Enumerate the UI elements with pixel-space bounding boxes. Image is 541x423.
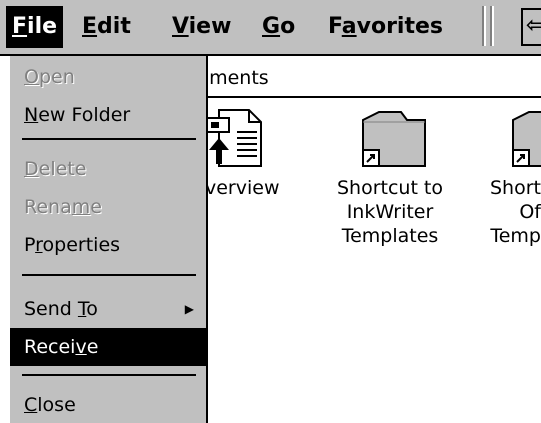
file-menu-dropdown: Open New Folder Delete Rename Properties… xyxy=(8,56,208,423)
menu-item-send-to[interactable]: Send To ▶ xyxy=(10,290,206,328)
toolbar-grip xyxy=(490,6,494,46)
presentation-document-icon xyxy=(206,109,262,167)
menu-separator xyxy=(22,138,196,140)
file-item[interactable]: verview xyxy=(205,98,315,278)
submenu-arrow-icon: ▶ xyxy=(184,302,194,316)
toolbar-grip xyxy=(482,6,486,46)
back-arrow-icon: ⇦ xyxy=(526,13,541,38)
file-label: Short Of Temp xyxy=(490,177,541,247)
file-item[interactable]: Shortcut to InkWriter Templates xyxy=(317,98,463,278)
menu-bar: File Edit View Go Favorites ⇦ xyxy=(0,0,541,56)
menu-item-properties[interactable]: Properties xyxy=(10,226,206,264)
shortcut-folder-icon xyxy=(512,111,541,167)
file-item[interactable]: Short Of Temp xyxy=(475,98,541,278)
file-list: verview Shortcut to InkWriter Templates … xyxy=(205,98,541,423)
menu-item-new-folder[interactable]: New Folder xyxy=(10,96,206,134)
menu-view[interactable]: View xyxy=(166,6,237,48)
file-label: verview xyxy=(205,177,280,199)
menu-separator xyxy=(22,274,196,276)
menu-go[interactable]: Go xyxy=(256,6,301,48)
menu-item-delete[interactable]: Delete xyxy=(10,150,206,188)
shortcut-folder-icon xyxy=(362,111,426,167)
menu-item-receive[interactable]: Receive xyxy=(10,328,206,366)
menu-separator xyxy=(22,374,196,376)
file-label: Shortcut to InkWriter Templates xyxy=(336,177,444,247)
menu-edit[interactable]: Edit xyxy=(76,6,137,48)
menu-item-rename[interactable]: Rename xyxy=(10,188,206,226)
back-button[interactable]: ⇦ xyxy=(521,8,541,46)
menu-item-open[interactable]: Open xyxy=(10,58,206,96)
menu-item-close[interactable]: Close xyxy=(10,386,206,423)
address-bar: ocuments xyxy=(175,60,541,98)
menu-file[interactable]: File xyxy=(6,6,64,48)
menu-favorites[interactable]: Favorites xyxy=(322,6,449,48)
